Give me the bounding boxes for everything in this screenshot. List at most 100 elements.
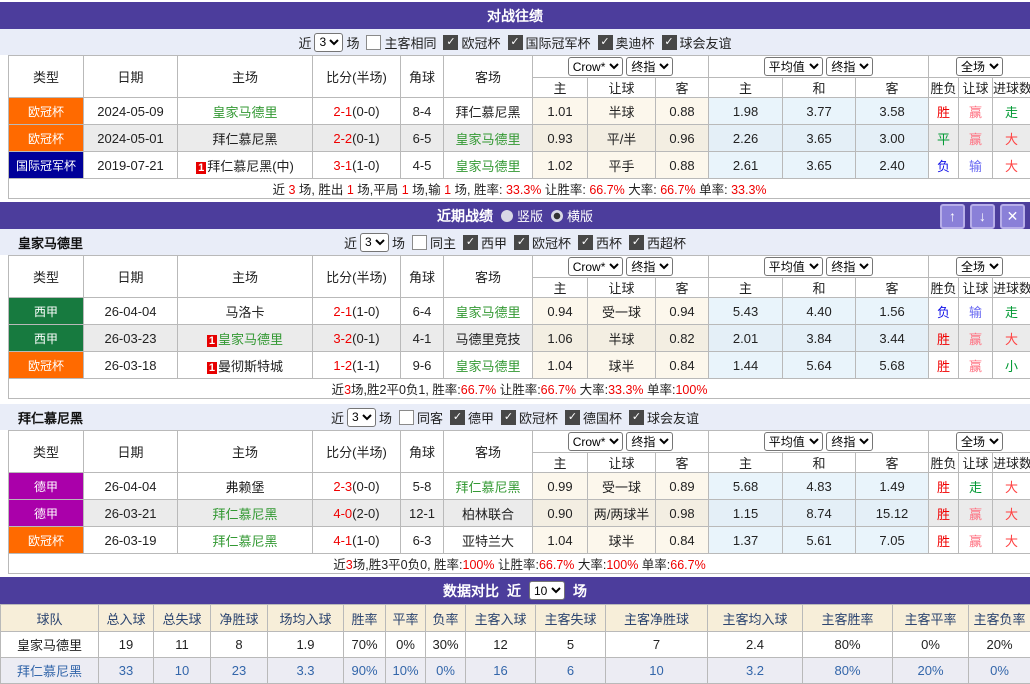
odds-source-select[interactable]: Crow* (568, 432, 623, 451)
filter-checkbox-checked[interactable]: ✓ (565, 410, 580, 425)
compare-titlebar: 数据对比 近 10 场 (0, 577, 1030, 604)
date-cell: 2024-05-01 (84, 125, 178, 152)
recent-count-select[interactable]: 3 (314, 33, 343, 52)
filter-checkbox-checked[interactable]: ✓ (450, 410, 465, 425)
recent-count-select[interactable]: 3 (347, 408, 376, 427)
filter-checkbox-checked[interactable]: ✓ (501, 410, 516, 425)
column-header: 日期 (84, 256, 178, 298)
odds-time-select[interactable]: 终指 (626, 57, 673, 76)
filter-checkbox-checked[interactable]: ✓ (514, 235, 529, 250)
h2h-title: 对战往绩 (487, 6, 543, 26)
filter-checkbox-checked[interactable]: ✓ (629, 410, 644, 425)
summary-text: 让胜率: (494, 558, 538, 572)
stat-cell: 6 (536, 658, 606, 684)
away-team-name[interactable]: 皇家马德里 (455, 159, 520, 174)
radio-icon-vertical[interactable] (501, 210, 513, 222)
score-cell: 2-1(1-0) (313, 298, 401, 325)
compare-section: 数据对比 近 10 场 球队总入球总失球净胜球场均入球胜率平率负率主客入球主客失… (0, 577, 1030, 684)
odds-source-select[interactable]: Crow* (568, 57, 623, 76)
recent-count-select[interactable]: 3 (360, 233, 389, 252)
home-team-cell: 皇家马德里 (178, 98, 313, 125)
column-subheader: 和 (783, 453, 856, 473)
away-team-cell: 皇家马德里 (444, 152, 533, 179)
radio-icon-horizontal[interactable] (551, 210, 563, 222)
compare-count-select[interactable]: 10 (529, 581, 565, 600)
home-team-name[interactable]: 拜仁慕尼黑 (212, 507, 277, 522)
scope-select[interactable]: 全场 (956, 432, 1003, 451)
fulltime-score: 4-1 (333, 533, 352, 548)
score-cell: 1-2(1-1) (313, 352, 401, 379)
near-label: 近 (331, 408, 344, 427)
filter-checkbox-checked[interactable]: ✓ (463, 235, 478, 250)
avg-time-select[interactable]: 终指 (826, 432, 873, 451)
odds-cell: 0.90 (533, 500, 588, 527)
checkbox-label: 欧冠杯 (461, 33, 500, 52)
odds-time-select[interactable]: 终指 (626, 432, 673, 451)
summary-row: 近3场,胜3平0负0, 胜率:100% 让胜率:66.7% 大率:100% 单率… (9, 554, 1030, 574)
odds-cell: 0.94 (533, 298, 588, 325)
result-cell: 赢 (959, 325, 993, 352)
score-cell: 2-3(0-0) (313, 473, 401, 500)
avg-time-select[interactable]: 终指 (826, 57, 873, 76)
date-cell: 26-04-04 (84, 473, 178, 500)
odds-cell: 受一球 (588, 473, 656, 500)
move-down-button[interactable]: ↓ (970, 204, 995, 229)
away-team-name[interactable]: 皇家马德里 (455, 305, 520, 320)
odds-cell: 0.93 (533, 125, 588, 152)
avg-odds-cell: 7.05 (856, 527, 929, 554)
radio-label-vertical: 竖版 (517, 206, 543, 225)
summary-text: 场, 胜出 (295, 183, 346, 197)
summary-text: 3 (346, 558, 353, 572)
avg-odds-cell: 15.12 (856, 500, 929, 527)
avg-source-select[interactable]: 平均值 (764, 57, 823, 76)
fulltime-score: 2-1 (333, 304, 352, 319)
filter-checkbox-checked[interactable]: ✓ (508, 35, 523, 50)
odds-time-select[interactable]: 终指 (626, 257, 673, 276)
filter-checkbox-checked[interactable]: ✓ (443, 35, 458, 50)
odds-cell: 0.84 (656, 527, 709, 554)
odds-cell: 0.96 (656, 125, 709, 152)
filter-checkbox-checked[interactable]: ✓ (629, 235, 644, 250)
filter-checkbox-checked[interactable]: ✓ (662, 35, 677, 50)
home-team-name[interactable]: 皇家马德里 (212, 105, 277, 120)
away-team-cell: 马德里竞技 (444, 325, 533, 352)
column-header: 主客负率 (969, 605, 1030, 632)
close-button[interactable]: ✕ (1000, 204, 1025, 229)
date-cell: 26-03-23 (84, 325, 178, 352)
scope-select[interactable]: 全场 (956, 57, 1003, 76)
radio-vertical-layout[interactable]: 竖版 (501, 206, 543, 225)
away-team-name[interactable]: 皇家马德里 (455, 359, 520, 374)
move-up-button[interactable]: ↑ (940, 204, 965, 229)
odds-cell: 0.88 (656, 152, 709, 179)
league-badge: 欧冠杯 (9, 352, 84, 379)
column-header: 平率 (386, 605, 426, 632)
date-cell: 26-03-21 (84, 500, 178, 527)
table-row: 德甲26-04-04弗赖堡2-3(0-0)5-8拜仁慕尼黑0.99受一球0.89… (9, 473, 1030, 500)
filter-controls: 近3场同客✓德甲✓欧冠杯✓德国杯✓球会友谊 (331, 408, 699, 427)
h2h-titlebar: 对战往绩 (0, 2, 1030, 29)
filter-checkbox-unchecked[interactable] (412, 235, 427, 250)
home-team-name[interactable]: 拜仁慕尼黑 (212, 534, 277, 549)
corner-cell: 5-8 (401, 473, 444, 500)
away-team-name[interactable]: 拜仁慕尼黑 (455, 480, 520, 495)
away-team-name[interactable]: 皇家马德里 (455, 132, 520, 147)
filter-checkbox-checked[interactable]: ✓ (598, 35, 613, 50)
odds-source-select[interactable]: Crow* (568, 257, 623, 276)
radio-horizontal-layout[interactable]: 横版 (551, 206, 593, 225)
filter-controls: 近3场同主✓西甲✓欧冠杯✓西杯✓西超杯 (344, 233, 686, 252)
avg-odds-cell: 1.37 (709, 527, 783, 554)
checkbox-label: 西杯 (596, 233, 622, 252)
result-cell: 输 (959, 152, 993, 179)
home-team-name[interactable]: 皇家马德里 (218, 332, 283, 347)
column-header: 主客胜率 (803, 605, 893, 632)
column-subheader: 胜负 (929, 78, 959, 98)
avg-source-select[interactable]: 平均值 (764, 257, 823, 276)
filter-checkbox-unchecked[interactable] (399, 410, 414, 425)
summary-text: 1 (402, 183, 409, 197)
avg-source-select[interactable]: 平均值 (764, 432, 823, 451)
filter-checkbox-checked[interactable]: ✓ (578, 235, 593, 250)
filter-checkbox-unchecked[interactable] (366, 35, 381, 50)
avg-time-select[interactable]: 终指 (826, 257, 873, 276)
column-subheader: 让球 (588, 278, 656, 298)
scope-select[interactable]: 全场 (956, 257, 1003, 276)
